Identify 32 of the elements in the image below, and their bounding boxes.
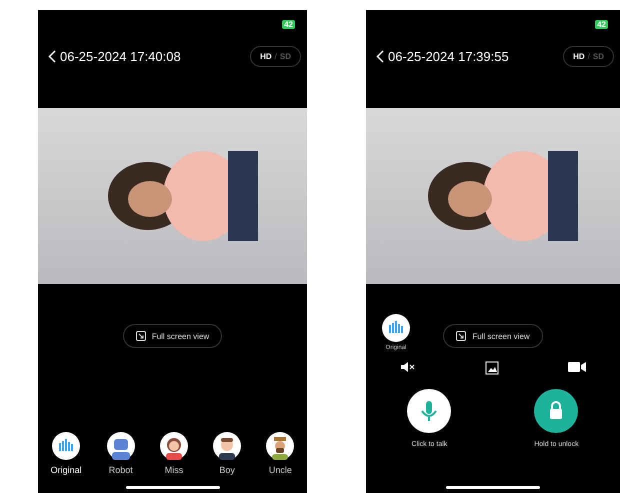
speaker-muted-icon[interactable] xyxy=(400,361,416,373)
lock-icon xyxy=(534,389,578,433)
back-icon[interactable] xyxy=(48,50,56,62)
back-icon[interactable] xyxy=(376,50,384,62)
sound-wave-icon xyxy=(52,432,80,460)
video-camera-icon[interactable] xyxy=(568,361,586,373)
voice-option[interactable]: Original xyxy=(50,432,82,475)
avatar-icon xyxy=(266,432,294,460)
full-screen-button[interactable]: Full screen view xyxy=(443,324,543,348)
separator-text: / xyxy=(588,52,590,60)
quality-toggle[interactable]: HD / SD xyxy=(250,46,301,66)
expand-icon xyxy=(136,331,146,341)
recording-timestamp: 06-25-2024 17:39:55 xyxy=(388,48,510,64)
quality-toggle[interactable]: HD / SD xyxy=(563,46,614,66)
avatar-icon xyxy=(106,432,135,460)
voice-option[interactable]: Miss xyxy=(160,432,188,475)
microphone-icon xyxy=(407,389,452,433)
full-screen-button[interactable]: Full screen view xyxy=(122,324,222,348)
quality-option[interactable]: HD xyxy=(573,52,585,60)
battery-indicator: 42 xyxy=(282,20,295,28)
avatar-icon xyxy=(160,432,188,460)
separator-text: / xyxy=(274,52,277,60)
quality-option[interactable]: HD xyxy=(260,52,272,60)
voice-option[interactable]: Boy xyxy=(213,432,242,475)
voice-option[interactable]: Robot xyxy=(106,432,135,475)
voice-option[interactable]: Uncle xyxy=(266,432,294,475)
image-icon[interactable] xyxy=(484,361,499,375)
battery-indicator: 42 xyxy=(595,20,608,28)
avatar-icon xyxy=(213,432,242,460)
sound-wave-icon[interactable] xyxy=(382,314,410,342)
expand-icon xyxy=(456,331,466,341)
recording-timestamp: 06-25-2024 17:40:08 xyxy=(60,48,182,64)
